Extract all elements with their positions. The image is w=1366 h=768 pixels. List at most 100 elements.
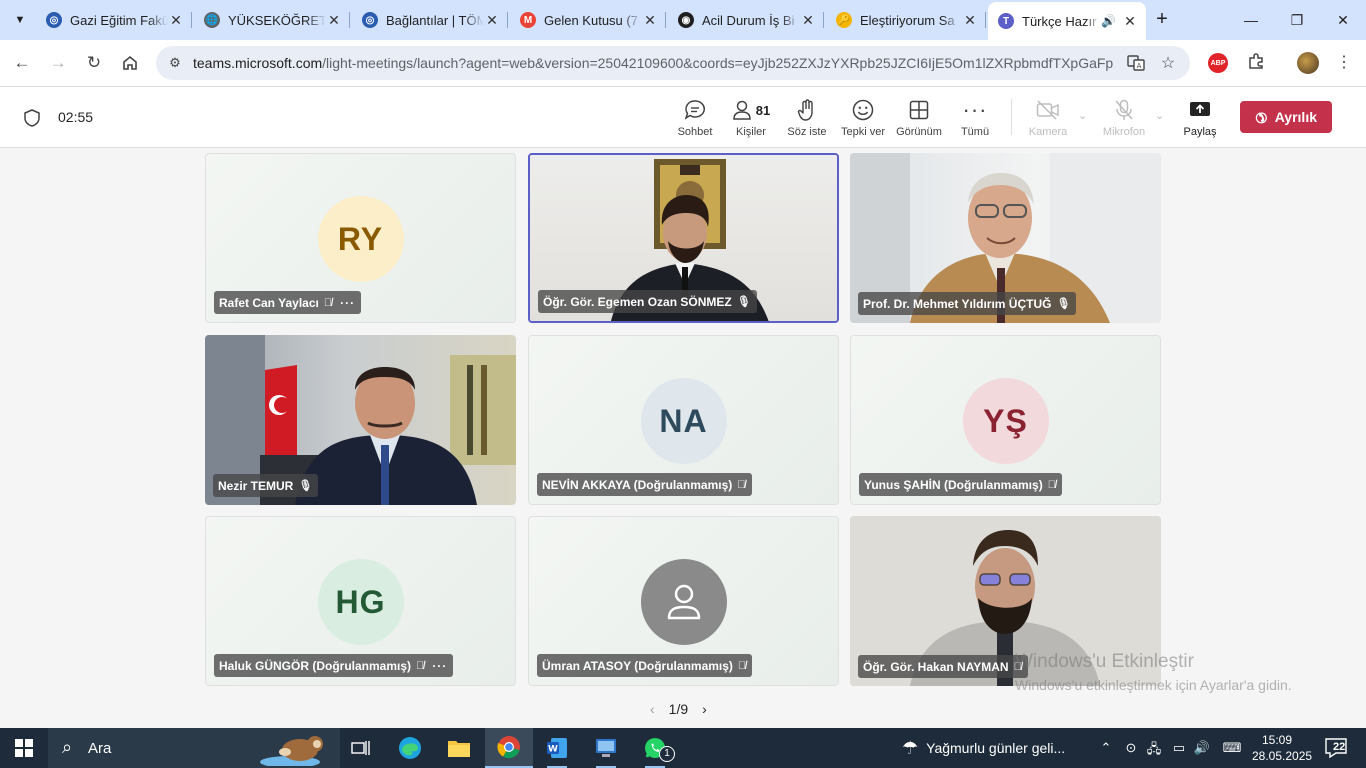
bookmark-star-icon[interactable]: ☆: [1158, 54, 1178, 74]
browser-menu-button[interactable]: ⋮: [1336, 52, 1352, 74]
participant-avatar: RY: [317, 196, 404, 282]
profile-avatar[interactable]: [1297, 52, 1319, 74]
browser-tab[interactable]: 🔑 Eleştiriyorum Sa ✕: [826, 4, 986, 36]
mic-muted-icon: 🎙̸: [1047, 478, 1056, 491]
participant-name-label: Öğr. Gör. Hakan NAYMAN 🎙̸: [858, 655, 1028, 678]
meeting-stage: RY Rafet Can Yaylacı 🎙̸ ··· Öğr. Gör. Eg…: [0, 148, 1366, 692]
meeting-timer: 02:55: [58, 109, 94, 125]
browser-tab[interactable]: M Gelen Kutusu (7 ✕: [510, 4, 666, 36]
raise-hand-button[interactable]: Söz iste: [784, 98, 830, 140]
activation-watermark-title: Windows'u Etkinleştir: [1015, 651, 1194, 672]
browser-tab[interactable]: ◎ Bağlantılar | TÖM ✕: [352, 4, 508, 36]
participant-tile[interactable]: Nezir TEMUR 🎙: [205, 335, 516, 505]
tab-search-button[interactable]: ▼: [6, 6, 34, 34]
home-button[interactable]: [117, 50, 143, 76]
taskbar-clock[interactable]: 15:09 28.05.2025: [1252, 732, 1312, 764]
task-view-button[interactable]: [337, 728, 385, 768]
people-icon: [733, 100, 751, 120]
share-tray-icon: [1189, 98, 1211, 122]
volume-icon[interactable]: 🔊: [1193, 740, 1211, 756]
close-window-button[interactable]: ✕: [1320, 0, 1366, 40]
taskbar-search-box[interactable]: ⌕ Ara: [48, 728, 340, 768]
taskbar-word[interactable]: W: [533, 728, 581, 768]
taskbar-chrome[interactable]: [485, 728, 533, 768]
adblock-plus-icon[interactable]: ABP: [1208, 53, 1228, 73]
minimize-icon: —: [1244, 12, 1258, 28]
participant-tile[interactable]: Prof. Dr. Mehmet Yıldırım ÜÇTUĞ 🎙: [850, 153, 1161, 323]
taskbar-whatsapp[interactable]: 1: [631, 728, 679, 768]
participant-tile[interactable]: RY Rafet Can Yaylacı 🎙̸ ···: [205, 153, 516, 323]
keyboard-icon[interactable]: ⌨: [1220, 740, 1244, 756]
participant-tile[interactable]: Ümran ATASOY (Doğrulanmamış) 🎙̸: [528, 516, 839, 686]
minimize-button[interactable]: —: [1228, 0, 1274, 40]
address-bar[interactable]: ⚙ teams.microsoft.com/light-meetings/lau…: [156, 46, 1190, 80]
browser-tab-strip: ▼ ◎Gazi Eğitim Fakü✕🌐YÜKSEKÖĞRETİM✕◎Bağl…: [0, 0, 1366, 40]
taskbar-control-panel[interactable]: [582, 728, 630, 768]
more-options-icon[interactable]: ···: [432, 659, 447, 673]
restore-button[interactable]: ❐: [1274, 0, 1320, 40]
close-tab-icon[interactable]: ✕: [800, 12, 816, 29]
participant-tile[interactable]: HG Haluk GÜNGÖR (Doğrulanmamış) 🎙̸ ···: [205, 516, 516, 686]
extensions-puzzle-icon[interactable]: [1245, 52, 1267, 74]
battery-icon[interactable]: ▭: [1170, 740, 1188, 756]
more-horizontal-icon: ···: [962, 97, 988, 122]
shield-icon[interactable]: [24, 109, 40, 127]
network-icon[interactable]: 🖧: [1145, 740, 1163, 762]
chat-button[interactable]: Sohbet: [672, 98, 718, 140]
taskbar-file-explorer[interactable]: [435, 728, 483, 768]
view-button[interactable]: Görünüm: [893, 98, 945, 140]
more-actions-button[interactable]: ··· Tümü: [952, 97, 998, 140]
next-page-chevron-icon[interactable]: ›: [702, 701, 707, 717]
close-tab-icon[interactable]: ✕: [484, 12, 500, 29]
participant-name-label: Öğr. Gör. Egemen Ozan SÖNMEZ 🎙: [538, 290, 757, 313]
url-text[interactable]: teams.microsoft.com/light-meetings/launc…: [193, 55, 1113, 71]
participant-tile[interactable]: YŞ Yunus ŞAHİN (Doğrulanmamış) 🎙̸: [850, 335, 1161, 505]
close-tab-icon[interactable]: ✕: [326, 12, 342, 29]
tab-title: Bağlantılar | TÖM: [386, 12, 484, 28]
mic-options-chevron-icon[interactable]: ⌄: [1155, 109, 1164, 122]
participant-avatar: [640, 559, 727, 645]
tab-audio-icon[interactable]: 🔊: [1101, 14, 1116, 28]
mic-icon: 🎙: [298, 480, 313, 492]
new-tab-button[interactable]: +: [1150, 8, 1174, 32]
start-button[interactable]: [0, 728, 48, 768]
close-tab-icon[interactable]: ✕: [168, 12, 184, 29]
windows-logo-icon: [15, 739, 33, 757]
site-info-icon[interactable]: ⚙: [166, 54, 184, 72]
browser-tab[interactable]: ◎ Gazi Eğitim Fakü ✕: [36, 4, 192, 36]
activation-watermark-subtitle: Windows'u etkinleştirmek için Ayarlar'a …: [1015, 677, 1292, 693]
taskbar-edge[interactable]: [386, 728, 434, 768]
browser-tab[interactable]: T Türkçe Hazır 🔊 ✕: [988, 2, 1146, 40]
forward-button[interactable]: →: [45, 50, 71, 76]
camera-options-chevron-icon[interactable]: ⌄: [1078, 109, 1087, 122]
browser-tab[interactable]: 🌐 YÜKSEKÖĞRETİM✕: [194, 4, 350, 36]
share-button[interactable]: Paylaş: [1178, 98, 1222, 140]
close-tab-icon[interactable]: ✕: [1122, 13, 1138, 30]
browser-tab[interactable]: ◉ Acil Durum İş Bi ✕: [668, 4, 824, 36]
meeting-header: 02:55 Sohbet 81 Kişiler Söz iste Tepki v…: [0, 87, 1366, 148]
microphone-button[interactable]: Mikrofon: [1098, 98, 1150, 140]
show-hidden-icons-chevron-icon[interactable]: ⌃: [1097, 740, 1115, 756]
react-button[interactable]: Tepki ver: [840, 98, 886, 140]
leave-meeting-button[interactable]: ✆ Ayrılık: [1240, 101, 1332, 133]
people-button[interactable]: 81 Kişiler: [728, 98, 774, 140]
camera-tray-icon[interactable]: ⊙: [1122, 740, 1140, 756]
close-tab-icon[interactable]: ✕: [642, 12, 658, 29]
previous-page-chevron-icon[interactable]: ‹: [650, 701, 655, 717]
task-view-icon: [351, 741, 370, 755]
control-panel-icon: [596, 739, 616, 757]
weather-widget[interactable]: ☂ Yağmurlu günler geli...: [902, 728, 1065, 768]
back-button[interactable]: ←: [9, 50, 35, 76]
notification-center-button[interactable]: 22: [1322, 736, 1356, 760]
more-options-icon[interactable]: ···: [340, 296, 355, 310]
mic-muted-icon: 🎙̸: [323, 296, 333, 309]
participant-name-label: Ümran ATASOY (Doğrulanmamış) 🎙̸: [537, 654, 753, 677]
translate-icon[interactable]: A: [1126, 54, 1146, 74]
close-tab-icon[interactable]: ✕: [962, 12, 978, 29]
participant-tile[interactable]: NA NEVİN AKKAYA (Doğrulanmamış) 🎙̸: [528, 335, 839, 505]
participant-tile-speaking[interactable]: Öğr. Gör. Egemen Ozan SÖNMEZ 🎙: [528, 153, 839, 323]
camera-button[interactable]: Kamera: [1024, 98, 1072, 140]
mic-icon: 🎙: [736, 296, 751, 308]
reload-button[interactable]: ↻: [81, 50, 107, 76]
tab-favicon-icon: T: [998, 13, 1014, 29]
